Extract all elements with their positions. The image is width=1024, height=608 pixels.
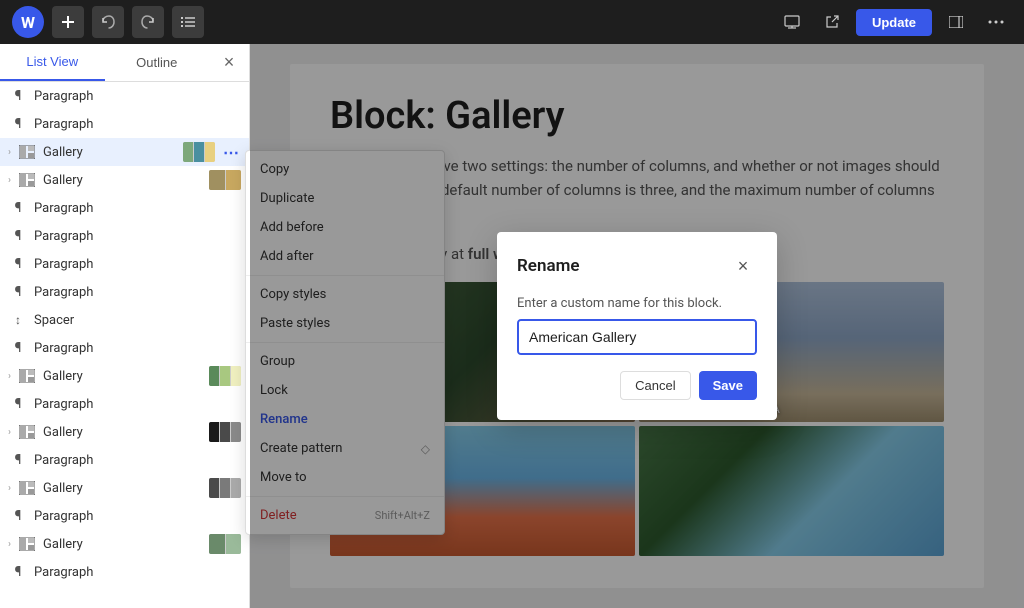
list-item[interactable]: › Gallery: [0, 418, 249, 446]
sidebar-item-label: Paragraph: [34, 397, 241, 412]
list-item[interactable]: ¶ Paragraph: [0, 110, 249, 138]
list-item[interactable]: ¶ Paragraph: [0, 502, 249, 530]
sidebar-item-label: Paragraph: [34, 229, 241, 244]
tab-outline[interactable]: Outline: [105, 44, 210, 81]
top-bar: W Update: [0, 0, 1024, 44]
add-button[interactable]: [52, 6, 84, 38]
list-item[interactable]: › Gallery: [0, 362, 249, 390]
modal-save-button[interactable]: Save: [699, 371, 757, 400]
sidebar-item-label: Paragraph: [34, 565, 241, 580]
sidebar-item-label: Paragraph: [34, 341, 241, 356]
update-button[interactable]: Update: [856, 9, 932, 36]
sidebar-item-label: Gallery: [43, 537, 203, 552]
gallery-thumb: [209, 534, 241, 554]
paragraph-icon: ¶: [8, 562, 28, 582]
sidebar-item-label: Paragraph: [34, 89, 241, 104]
chevron-icon: ›: [8, 371, 11, 382]
sidebar-item-label: Paragraph: [34, 453, 241, 468]
list-item[interactable]: ¶ Paragraph: [0, 222, 249, 250]
modal-cancel-button[interactable]: Cancel: [620, 371, 690, 400]
more-options-button[interactable]: [980, 6, 1012, 38]
chevron-icon: ›: [8, 175, 11, 186]
undo-button[interactable]: [92, 6, 124, 38]
rename-input[interactable]: [517, 319, 757, 355]
list-item[interactable]: › Gallery ⋯: [0, 138, 249, 166]
gallery-thumb: [209, 422, 241, 442]
editor-area: Block: Gallery Gallery blocks have two s…: [250, 44, 1024, 608]
sidebar-item-label: Paragraph: [34, 509, 241, 524]
list-item[interactable]: ¶ Paragraph: [0, 334, 249, 362]
sidebar-item-label: Gallery: [43, 369, 203, 384]
modal-title: Rename: [517, 256, 580, 276]
list-item[interactable]: › Gallery: [0, 474, 249, 502]
paragraph-icon: ¶: [8, 450, 28, 470]
sidebar-item-label: Paragraph: [34, 117, 241, 132]
list-item[interactable]: ¶ Paragraph: [0, 250, 249, 278]
modal-description: Enter a custom name for this block.: [517, 296, 757, 311]
list-item[interactable]: ↕ Spacer: [0, 306, 249, 334]
sidebar-toggle-button[interactable]: [940, 6, 972, 38]
wp-logo[interactable]: W: [12, 6, 44, 38]
list-item[interactable]: › Gallery: [0, 166, 249, 194]
modal-close-button[interactable]: ×: [729, 252, 757, 280]
redo-button[interactable]: [132, 6, 164, 38]
gallery-icon: [17, 478, 37, 498]
sidebar-item-label: Gallery: [43, 481, 203, 496]
sidebar-tabs: List View Outline ×: [0, 44, 249, 82]
gallery-icon: [17, 422, 37, 442]
main-layout: List View Outline × ¶ Paragraph ¶ Paragr…: [0, 44, 1024, 608]
gallery-icon: [17, 142, 37, 162]
sidebar-item-label: Spacer: [34, 313, 241, 328]
gallery-icon: [17, 170, 37, 190]
gallery-thumb: [209, 170, 241, 190]
paragraph-icon: ¶: [8, 254, 28, 274]
preview-button[interactable]: [776, 6, 808, 38]
paragraph-icon: ¶: [8, 198, 28, 218]
tab-list-view[interactable]: List View: [0, 44, 105, 81]
list-item[interactable]: ¶ Paragraph: [0, 558, 249, 586]
sidebar-item-label: Paragraph: [34, 257, 241, 272]
list-item[interactable]: ¶ Paragraph: [0, 194, 249, 222]
spacer-icon: ↕: [8, 310, 28, 330]
gallery-icon: [17, 366, 37, 386]
gallery-thumb: [209, 478, 241, 498]
paragraph-icon: ¶: [8, 338, 28, 358]
sidebar-item-label: Paragraph: [34, 285, 241, 300]
sidebar-item-label: Gallery: [43, 425, 203, 440]
modal-overlay: Rename × Enter a custom name for this bl…: [250, 44, 1024, 608]
paragraph-icon: ¶: [8, 394, 28, 414]
sidebar-item-label: Paragraph: [34, 201, 241, 216]
chevron-icon: ›: [8, 147, 11, 158]
modal-header: Rename ×: [517, 252, 757, 280]
paragraph-icon: ¶: [8, 86, 28, 106]
modal-actions: Cancel Save: [517, 371, 757, 400]
chevron-icon: ›: [8, 539, 11, 550]
list-item[interactable]: › Gallery: [0, 530, 249, 558]
gallery-thumb: [183, 142, 215, 162]
chevron-icon: ›: [8, 427, 11, 438]
list-item[interactable]: ¶ Paragraph: [0, 278, 249, 306]
sidebar-close-button[interactable]: ×: [213, 47, 245, 79]
sidebar-item-label: Gallery: [43, 145, 177, 160]
list-view-toggle[interactable]: [172, 6, 204, 38]
paragraph-icon: ¶: [8, 114, 28, 134]
paragraph-icon: ¶: [8, 282, 28, 302]
sidebar-item-label: Gallery: [43, 173, 203, 188]
sidebar: List View Outline × ¶ Paragraph ¶ Paragr…: [0, 44, 250, 608]
gallery-thumb: [209, 366, 241, 386]
external-link-button[interactable]: [816, 6, 848, 38]
list-item[interactable]: ¶ Paragraph: [0, 446, 249, 474]
more-options-icon[interactable]: ⋯: [221, 142, 241, 162]
list-item[interactable]: ¶ Paragraph: [0, 82, 249, 110]
list-item[interactable]: ¶ Paragraph: [0, 390, 249, 418]
paragraph-icon: ¶: [8, 226, 28, 246]
gallery-icon: [17, 534, 37, 554]
chevron-icon: ›: [8, 483, 11, 494]
rename-modal: Rename × Enter a custom name for this bl…: [497, 232, 777, 420]
sidebar-content: ¶ Paragraph ¶ Paragraph › Gallery: [0, 82, 249, 608]
paragraph-icon: ¶: [8, 506, 28, 526]
